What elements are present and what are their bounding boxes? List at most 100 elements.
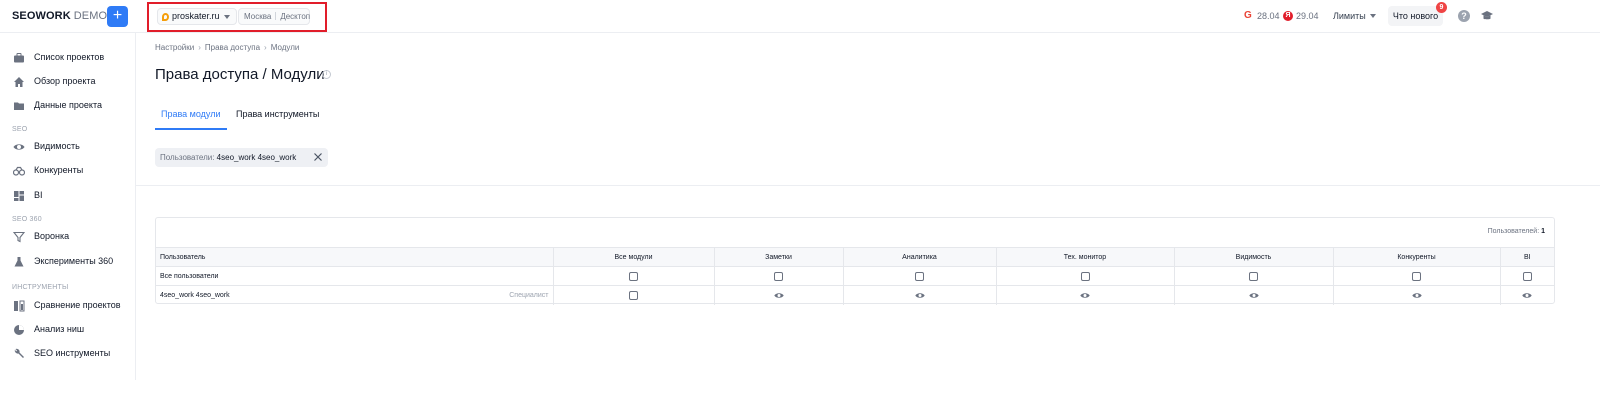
permission-cell (842, 285, 996, 305)
tab-tool-rights[interactable]: Права инструменты (236, 104, 319, 130)
eye-icon[interactable] (1248, 292, 1259, 299)
permission-cell (1499, 266, 1554, 286)
sidebar-item-experiments[interactable]: Эксперименты 360 (0, 252, 135, 272)
checkbox[interactable] (1522, 271, 1532, 281)
permission-cell (1499, 285, 1554, 305)
breadcrumb-access[interactable]: Права доступа (205, 43, 260, 52)
sidebar-item-label: BI (34, 190, 43, 200)
limits-dropdown[interactable]: Лимиты (1333, 11, 1376, 21)
app-root: SEOWORK DEMO + proskater.ru Москва Десктоп… (0, 0, 1600, 405)
permission-cell (1332, 285, 1500, 305)
whats-new-button[interactable]: Что нового (1388, 6, 1443, 26)
sidebar-item-label: Конкуренты (34, 165, 84, 175)
eye-icon[interactable] (914, 292, 925, 299)
sidebar-item-label: Список проектов (34, 52, 105, 62)
checkbox[interactable] (1249, 271, 1258, 281)
sidebar-item-compare-projects[interactable]: Сравнение проектов (0, 296, 135, 316)
sidebar-section-seo: SEO (12, 126, 28, 133)
help-icon[interactable]: ? (1458, 10, 1470, 22)
checkbox[interactable] (915, 271, 924, 281)
notification-badge: 9 (1436, 2, 1447, 13)
sidebar-item-funnel[interactable]: Воронка (0, 227, 135, 247)
tab-module-rights[interactable]: Права модули (155, 104, 226, 130)
binoculars-icon (13, 166, 25, 176)
chevron-right-icon: › (198, 43, 201, 52)
sidebar-item-competitors[interactable]: Конкуренты (0, 161, 135, 181)
column-header: Заметки (713, 247, 843, 267)
funnel-icon (13, 231, 25, 243)
graduation-cap-icon[interactable] (1480, 9, 1494, 23)
pie-icon (14, 325, 24, 335)
permissions-table: Пользователь Все модули Заметки Аналитик… (156, 247, 1554, 305)
limits-label: Лимиты (1333, 11, 1366, 21)
sidebar-item-label: Видимость (34, 141, 80, 151)
checkbox[interactable] (1412, 271, 1421, 281)
permission-cell (552, 266, 714, 286)
sidebar-item-projects[interactable]: Список проектов (0, 48, 135, 68)
permission-cell (552, 285, 714, 305)
checkbox[interactable] (629, 271, 638, 281)
project-icon (162, 13, 169, 21)
eye-icon[interactable] (1411, 292, 1422, 299)
yandex-update-date: 29.04 (1296, 11, 1319, 21)
logo-suffix: DEMO (73, 10, 108, 22)
google-update-date: 28.04 (1257, 11, 1280, 21)
user-role: Специалист (509, 291, 549, 299)
filter-label: Пользователи: (160, 153, 215, 162)
project-select[interactable]: proskater.ru (157, 8, 237, 25)
sidebar-item-label: Эксперименты 360 (34, 256, 114, 266)
google-icon: G (1244, 10, 1252, 21)
eye-icon[interactable] (773, 292, 784, 299)
column-header: Конкуренты (1332, 247, 1500, 267)
column-header: BI (1499, 247, 1554, 267)
permission-cell (995, 285, 1174, 305)
sidebar-item-bi[interactable]: BI (0, 186, 135, 206)
sidebar-item-visibility[interactable]: Видимость (0, 137, 135, 157)
eye-icon[interactable] (1522, 292, 1532, 299)
yandex-icon: Я (1283, 11, 1293, 21)
sidebar-item-label: Сравнение проектов (34, 300, 121, 310)
wrench-icon (14, 348, 24, 358)
briefcase-icon (14, 53, 24, 63)
permission-cell (842, 266, 996, 286)
logo-text: SEOWORK (12, 10, 71, 22)
sidebar-item-label: Воронка (34, 231, 70, 241)
compare-icon (14, 300, 25, 312)
users-count-value: 1 (1541, 228, 1545, 235)
sidebar-item-label: Обзор проекта (34, 76, 96, 86)
region-device-select[interactable]: Москва Десктоп (238, 8, 310, 25)
checkbox[interactable] (774, 271, 783, 281)
eye-icon[interactable] (1080, 292, 1090, 299)
sidebar-item-seo-tools[interactable]: SEO инструменты (0, 344, 135, 364)
home-icon (14, 77, 24, 87)
project-name: proskater.ru (172, 11, 220, 21)
users-count-label: Пользователей: (1487, 228, 1540, 235)
sidebar-item-niche-analysis[interactable]: Анализ ниш (0, 320, 135, 340)
folder-icon (14, 102, 24, 110)
column-header: Видимость (1173, 247, 1333, 267)
add-project-button[interactable]: + (107, 6, 128, 27)
user-cell: 4seo_work 4seo_work Специалист (156, 285, 553, 305)
sidebar-item-label: SEO инструменты (34, 348, 111, 358)
column-header: Тех. монитор (995, 247, 1174, 267)
column-header: Все модули (552, 247, 714, 267)
info-icon[interactable]: i (322, 70, 331, 79)
top-bar: SEOWORK DEMO + proskater.ru Москва Десктоп… (0, 0, 1600, 33)
logo[interactable]: SEOWORK DEMO (12, 10, 107, 22)
table-row: Все пользователи (156, 266, 1554, 286)
checkbox[interactable] (629, 290, 638, 300)
breadcrumb-modules: Модули (270, 43, 300, 52)
close-icon[interactable] (313, 152, 323, 162)
eye-icon (13, 144, 25, 150)
column-header: Пользователь (156, 247, 553, 267)
breadcrumb-settings[interactable]: Настройки (155, 43, 194, 52)
sidebar-item-project-data[interactable]: Данные проекта (0, 96, 135, 116)
chevron-down-icon (224, 15, 230, 19)
permission-cell (713, 285, 843, 305)
divider (275, 12, 277, 20)
permission-cell (1173, 285, 1333, 305)
sidebar-item-overview[interactable]: Обзор проекта (0, 72, 135, 92)
user-filter-chip: Пользователи: 4seo_work 4seo_work (155, 148, 328, 167)
checkbox[interactable] (1080, 271, 1090, 281)
user-name: 4seo_work 4seo_work (160, 291, 230, 299)
